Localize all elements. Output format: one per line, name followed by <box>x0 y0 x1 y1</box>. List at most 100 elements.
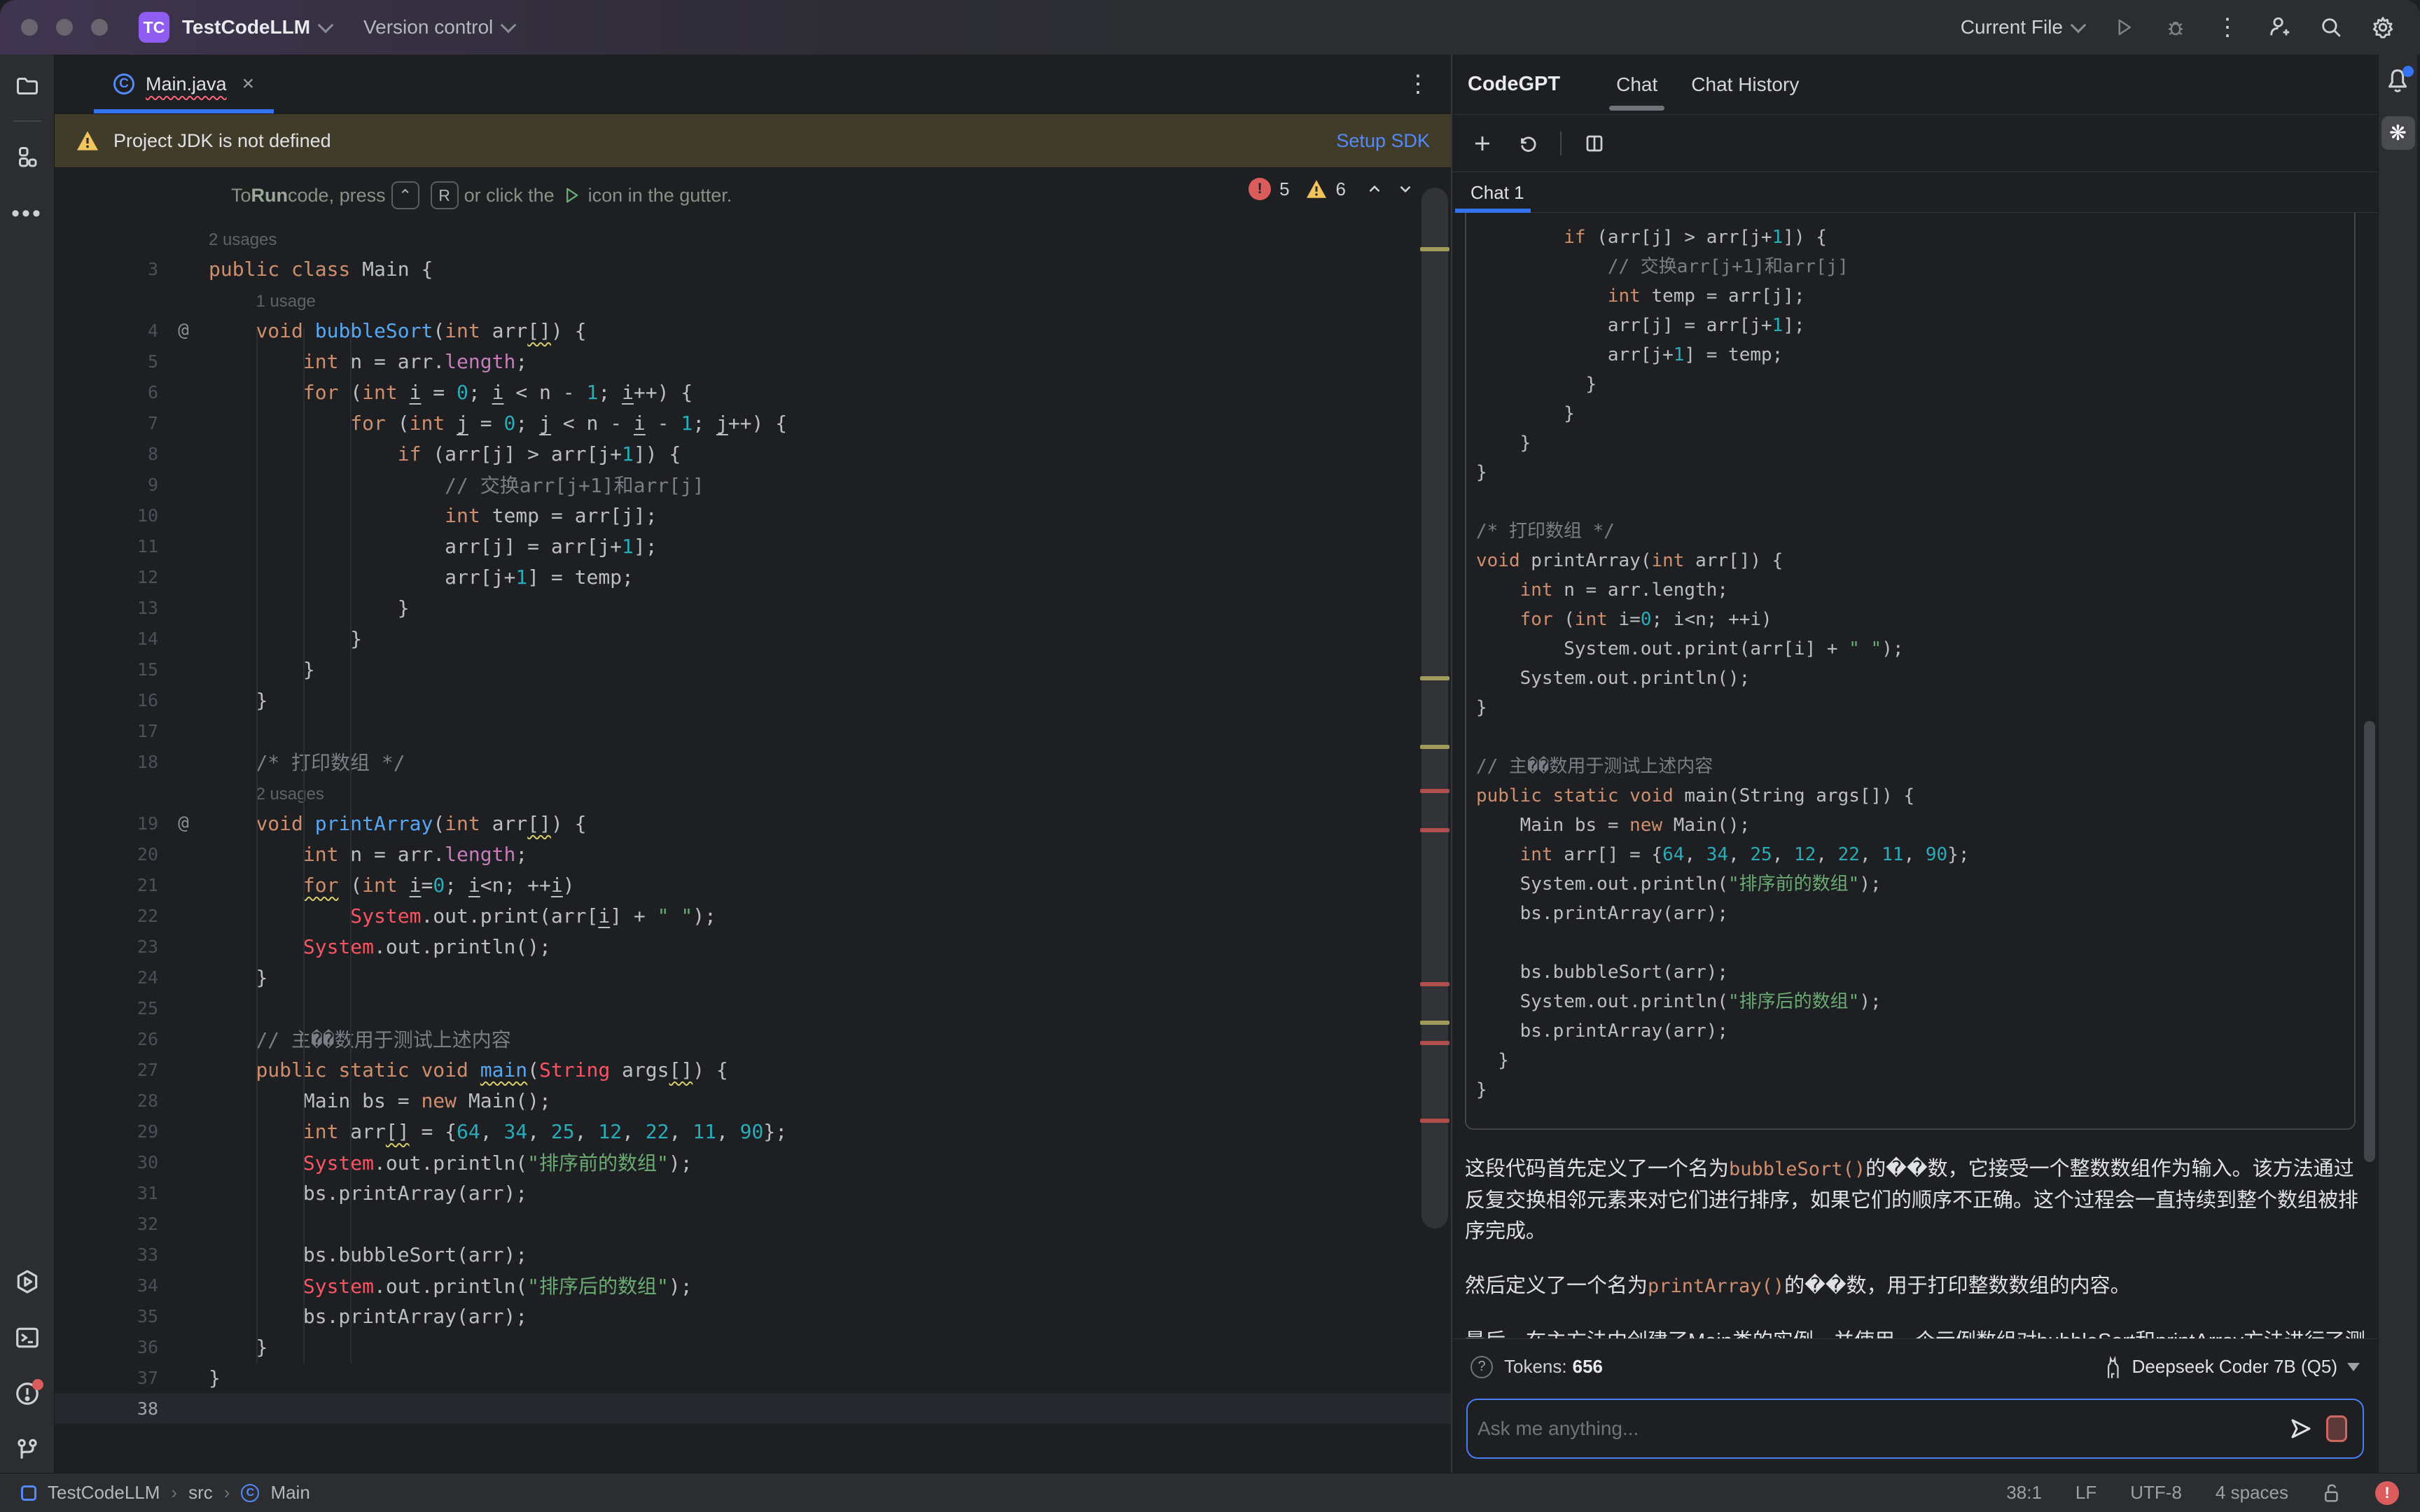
error-indicator-icon[interactable]: ! <box>2375 1481 2399 1505</box>
code-line[interactable]: 8 if (arr[j] > arr[j+1]) { <box>55 438 1451 469</box>
previous-problem-chevron-icon[interactable] <box>1365 180 1384 198</box>
code-line[interactable]: 14 } <box>55 623 1451 654</box>
next-problem-chevron-icon[interactable] <box>1396 180 1414 198</box>
breadcrumb-project[interactable]: TestCodeLLM <box>48 1482 160 1504</box>
line-ending[interactable]: LF <box>2075 1482 2096 1504</box>
error-stripe-mark[interactable] <box>1420 1041 1449 1045</box>
error-stripe-mark[interactable] <box>1420 789 1449 793</box>
structure-icon[interactable] <box>11 141 43 174</box>
warning-stripe-mark[interactable] <box>1420 1021 1449 1025</box>
code-line[interactable]: 30 System.out.println("排序前的数组"); <box>55 1147 1451 1177</box>
code-line[interactable]: 16 } <box>55 685 1451 715</box>
unlocked-padlock-icon[interactable] <box>2322 1483 2342 1504</box>
code-line[interactable]: 27 public static void main(String args[]… <box>55 1054 1451 1085</box>
indent-setting[interactable]: 4 spaces <box>2216 1482 2288 1504</box>
code-line[interactable]: 24 } <box>55 962 1451 993</box>
code-line[interactable]: 36 } <box>55 1331 1451 1362</box>
search-icon[interactable] <box>2319 15 2343 39</box>
code-line[interactable]: 18 /* 打印数组 */ <box>55 746 1451 777</box>
model-selector[interactable]: Deepseek Coder 7B (Q5) <box>2101 1355 2360 1379</box>
code-line[interactable]: 37} <box>55 1362 1451 1393</box>
code-line[interactable]: 34 System.out.println("排序后的数组"); <box>55 1270 1451 1301</box>
code-line[interactable]: 20 int n = arr.length; <box>55 839 1451 869</box>
run-configuration-selector[interactable]: Current File <box>1961 16 2084 38</box>
code-line[interactable]: 22 System.out.print(arr[i] + " "); <box>55 900 1451 931</box>
notifications-bell-icon[interactable] <box>2384 67 2412 98</box>
code-with-me-add-user-icon[interactable] <box>2267 15 2291 39</box>
code-line[interactable]: 1 usage <box>55 284 1451 315</box>
editor-code[interactable]: 2 usages3public class Main { 1 usage4@ v… <box>55 223 1451 1424</box>
settings-gear-icon[interactable] <box>2371 15 2395 39</box>
terminal-icon[interactable] <box>11 1322 43 1354</box>
error-stripe-mark[interactable] <box>1420 1119 1449 1123</box>
tab-chat-1[interactable]: Chat 1 <box>1452 172 1543 213</box>
tab-options-kebab-icon[interactable]: ⋮ <box>1406 77 1430 91</box>
code-line[interactable]: 9 // 交换arr[j+1]和arr[j] <box>55 469 1451 500</box>
error-stripe-mark[interactable] <box>1420 828 1449 832</box>
code-line[interactable]: 28 Main bs = new Main(); <box>55 1085 1451 1116</box>
tab-main-java[interactable]: C Main.java × <box>94 55 274 113</box>
close-window-icon[interactable] <box>21 19 38 36</box>
code-line[interactable]: 35 bs.printArray(arr); <box>55 1301 1451 1331</box>
chat-scrollbar-thumb[interactable] <box>2364 721 2375 1162</box>
breadcrumb-dir[interactable]: src <box>188 1482 213 1504</box>
tab-chat[interactable]: Chat <box>1599 55 1674 115</box>
code-line[interactable]: 31 bs.printArray(arr); <box>55 1177 1451 1208</box>
more-tool-windows-icon[interactable]: ••• <box>11 197 43 230</box>
close-icon[interactable]: × <box>242 72 255 96</box>
code-line[interactable]: 13 } <box>55 592 1451 623</box>
split-view-icon[interactable] <box>1583 132 1606 155</box>
minimize-window-icon[interactable] <box>56 19 73 36</box>
tab-chat-history[interactable]: Chat History <box>1674 55 1816 115</box>
code-line[interactable]: 33 bs.bubbleSort(arr); <box>55 1239 1451 1270</box>
code-line[interactable]: 15 } <box>55 654 1451 685</box>
git-branch-icon[interactable] <box>11 1434 43 1466</box>
services-icon[interactable] <box>11 1266 43 1298</box>
code-line[interactable]: 38 <box>55 1393 1451 1424</box>
code-line[interactable]: 26 // 主��数用于测试上述内容 <box>55 1023 1451 1054</box>
caret-position[interactable]: 38:1 <box>2006 1482 2042 1504</box>
run-icon[interactable] <box>2112 15 2136 39</box>
inspections-widget[interactable]: ! 5 6 <box>1249 178 1414 200</box>
help-icon[interactable]: ? <box>1470 1356 1493 1378</box>
code-line[interactable]: 10 int temp = arr[j]; <box>55 500 1451 531</box>
send-icon[interactable] <box>2288 1416 2314 1441</box>
code-line[interactable]: 2 usages <box>55 223 1451 253</box>
stop-generation-button[interactable] <box>2326 1415 2347 1442</box>
code-line[interactable]: 21 for (int i=0; i<n; ++i) <box>55 869 1451 900</box>
more-actions-kebab-icon[interactable]: ⋮ <box>2216 20 2239 34</box>
code-line[interactable]: 11 arr[j] = arr[j+1]; <box>55 531 1451 561</box>
code-line[interactable]: 5 int n = arr.length; <box>55 346 1451 377</box>
code-line[interactable]: 3public class Main { <box>55 253 1451 284</box>
error-stripe-mark[interactable] <box>1420 982 1449 986</box>
code-line[interactable]: 2 usages <box>55 777 1451 808</box>
project-widget[interactable]: TestCodeLLM <box>182 16 310 38</box>
editor-scrollbar[interactable] <box>1419 168 1451 1473</box>
breadcrumb-file[interactable]: Main <box>270 1482 310 1504</box>
code-line[interactable]: 32 <box>55 1208 1451 1239</box>
setup-sdk-link[interactable]: Setup SDK <box>1336 130 1430 152</box>
file-encoding[interactable]: UTF-8 <box>2130 1482 2182 1504</box>
code-line[interactable]: 12 arr[j+1] = temp; <box>55 561 1451 592</box>
chat-input-box[interactable] <box>1466 1399 2364 1459</box>
project-folder-icon[interactable] <box>11 70 43 102</box>
code-line[interactable]: 17 <box>55 715 1451 746</box>
code-line[interactable]: 6 for (int i = 0; i < n - 1; i++) { <box>55 377 1451 407</box>
scrollbar-thumb[interactable] <box>1421 188 1448 1228</box>
code-line[interactable]: 19@ void printArray(int arr[]) { <box>55 808 1451 839</box>
warning-stripe-mark[interactable] <box>1420 247 1449 251</box>
code-line[interactable]: 25 <box>55 993 1451 1023</box>
zoom-window-icon[interactable] <box>91 19 108 36</box>
new-chat-plus-icon[interactable] <box>1470 132 1494 155</box>
reload-history-icon[interactable] <box>1515 132 1539 155</box>
editor-body[interactable]: To Run code, press ⌃ R or click the icon… <box>55 168 1451 1473</box>
vcs-widget[interactable]: Version control <box>363 16 493 38</box>
code-line[interactable]: 7 for (int j = 0; j < n - i - 1; j++) { <box>55 407 1451 438</box>
warning-stripe-mark[interactable] <box>1420 676 1449 680</box>
code-line[interactable]: 4@ void bubbleSort(int arr[]) { <box>55 315 1451 346</box>
warning-stripe-mark[interactable] <box>1420 745 1449 749</box>
window-controls[interactable] <box>21 19 108 36</box>
chat-input[interactable] <box>1477 1418 2288 1440</box>
debug-bug-icon[interactable] <box>2164 15 2188 39</box>
code-line[interactable]: 29 int arr[] = {64, 34, 25, 12, 22, 11, … <box>55 1116 1451 1147</box>
